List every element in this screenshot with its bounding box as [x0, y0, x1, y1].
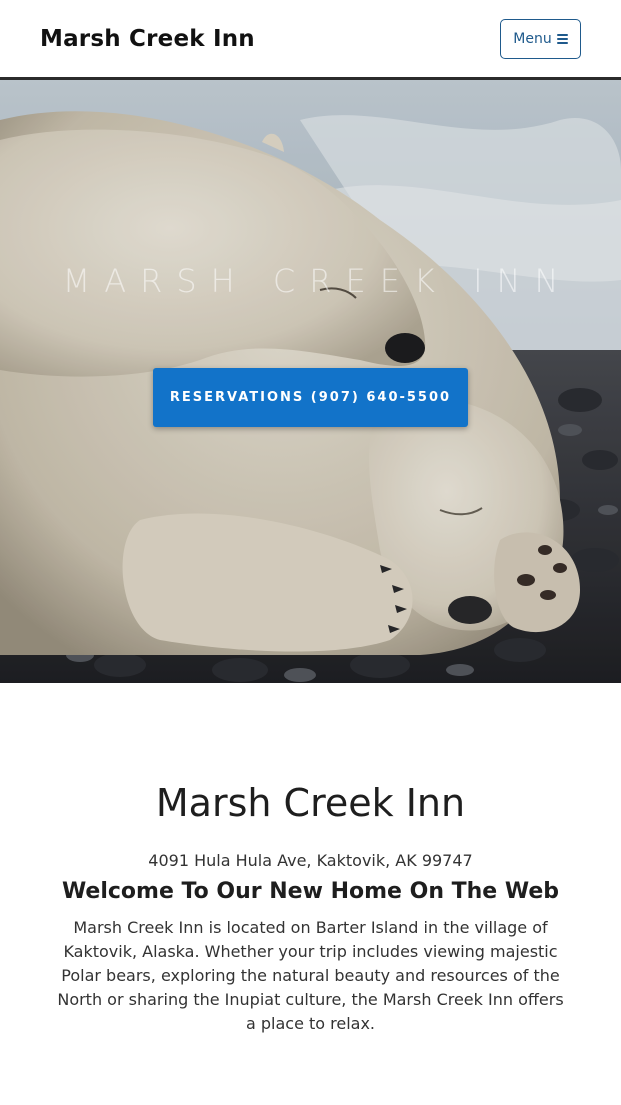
menu-button[interactable]: Menu [500, 18, 581, 59]
description-text: Marsh Creek Inn is located on Barter Isl… [57, 918, 564, 1033]
hero-section: MARSH CREEK INN RESERVATIONS (907) 640-5… [0, 80, 621, 683]
menu-label: Menu [513, 30, 552, 47]
navbar: Marsh Creek Inn Menu [0, 0, 621, 80]
page-title: Marsh Creek Inn [155, 781, 466, 825]
hero-title: MARSH CREEK INN [62, 262, 573, 300]
hamburger-icon [556, 33, 568, 44]
reservations-button[interactable]: RESERVATIONS (907) 640-5500 [153, 368, 468, 427]
address-text: 4091 Hula Hula Ave, Kaktovik, AK 99747 [148, 851, 473, 870]
welcome-heading: Welcome To Our New Home On The Web [61, 879, 560, 904]
brand-link[interactable]: Marsh Creek Inn [40, 26, 255, 52]
